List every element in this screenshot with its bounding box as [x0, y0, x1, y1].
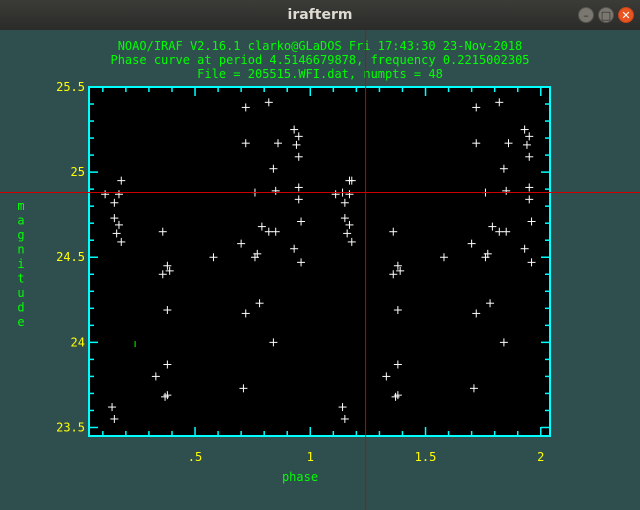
y-axis-label-letter: n [17, 243, 24, 257]
x-tick-label: 2 [537, 450, 544, 464]
maximize-icon: □ [600, 8, 612, 22]
maximize-button[interactable]: □ [598, 7, 614, 23]
y-tick-label: 25.5 [56, 80, 85, 94]
y-axis-label-letter: t [17, 272, 24, 286]
minimize-button[interactable]: – [578, 7, 594, 23]
header-line-3: File = 205515.WFI.dat, numpts = 48 [197, 67, 443, 81]
plot-area [89, 87, 550, 436]
graphics-terminal[interactable]: NOAO/IRAF V2.16.1 clarko@GLaDOS Fri 17:4… [0, 30, 640, 510]
x-tick-label: 1.5 [415, 450, 437, 464]
y-axis-label-letter: e [17, 315, 24, 329]
y-axis-label-letter: a [17, 214, 24, 228]
window-titlebar[interactable]: irafterm – □ ✕ [0, 0, 640, 30]
y-tick-label: 23.5 [56, 420, 85, 434]
x-axis-label: phase [282, 470, 318, 484]
y-tick-label: 25 [71, 165, 85, 179]
x-tick-label: .5 [188, 450, 202, 464]
close-button[interactable]: ✕ [618, 7, 634, 23]
y-axis-label-letter: i [17, 257, 24, 271]
y-axis-label: magnitude [17, 199, 24, 329]
phase-curve-plot: NOAO/IRAF V2.16.1 clarko@GLaDOS Fri 17:4… [0, 30, 640, 510]
y-axis-label-letter: g [17, 228, 24, 242]
header-line-2: Phase curve at period 4.5146679878, freq… [110, 53, 529, 67]
y-axis-label-letter: d [17, 301, 24, 315]
minimize-icon: – [583, 8, 589, 22]
close-icon: ✕ [621, 8, 631, 22]
x-tick-label: 1 [307, 450, 314, 464]
window-title: irafterm [287, 7, 353, 23]
y-axis-label-letter: m [17, 199, 24, 213]
y-tick-label: 24 [71, 335, 85, 349]
y-axis-label-letter: u [17, 286, 24, 300]
y-tick-label: 24.5 [56, 250, 85, 264]
header-line-1: NOAO/IRAF V2.16.1 clarko@GLaDOS Fri 17:4… [118, 39, 523, 53]
